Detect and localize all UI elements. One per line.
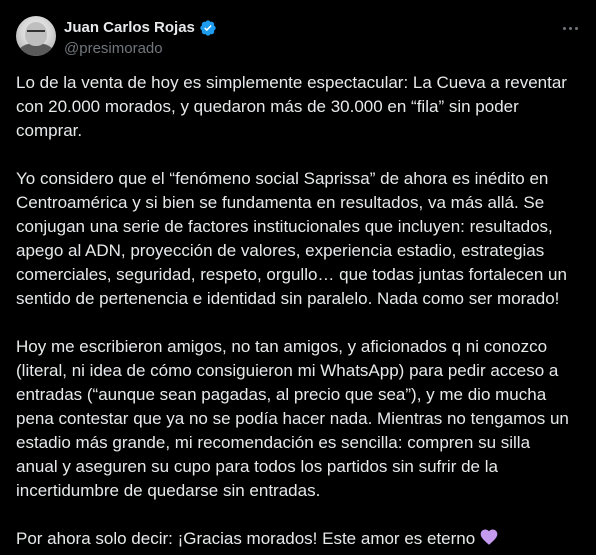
post-closing-text: Por ahora solo decir: ¡Gracias morados! … — [16, 529, 476, 548]
post-paragraph: Hoy me escribieron amigos, no tan amigos… — [16, 337, 569, 500]
author-name-row: Juan Carlos Rojas — [64, 18, 217, 38]
more-dot — [562, 26, 566, 30]
more-dot — [574, 26, 578, 30]
author-handle[interactable]: @presimorado — [64, 39, 163, 59]
avatar-glasses — [27, 30, 45, 37]
more-dot — [568, 26, 572, 30]
post-text: Lo de la venta de hoy es simplemente esp… — [16, 71, 586, 551]
post-paragraph: Yo considero que el “fenómeno social Sap… — [16, 169, 567, 308]
purple-heart-icon — [480, 529, 498, 545]
post-paragraph: Lo de la venta de hoy es simplemente esp… — [16, 73, 567, 140]
avatar[interactable] — [16, 16, 56, 56]
verified-badge-icon[interactable] — [199, 19, 217, 37]
author-display-name[interactable]: Juan Carlos Rojas — [64, 18, 195, 38]
more-horizontal-icon[interactable] — [560, 18, 580, 38]
post-closing-paragraph: Por ahora solo decir: ¡Gracias morados! … — [16, 527, 586, 551]
post: Juan Carlos Rojas @presimorado Lo de la … — [0, 0, 596, 555]
